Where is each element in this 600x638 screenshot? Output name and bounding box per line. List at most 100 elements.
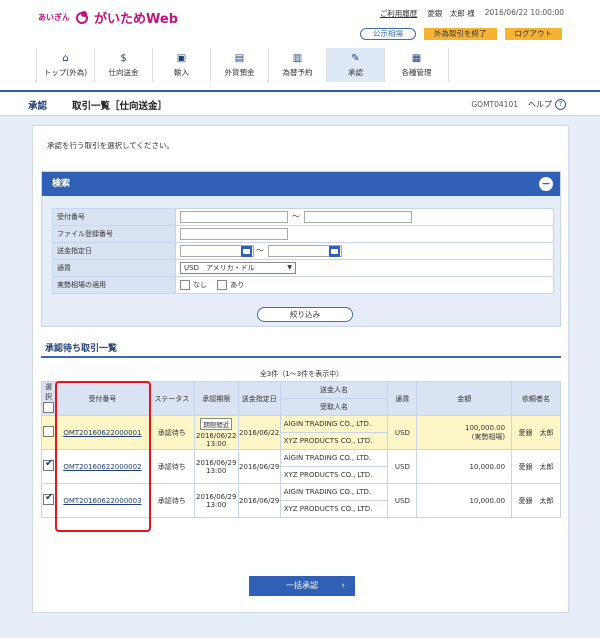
currency-select[interactable]: USD アメリカ・ドル ▼ — [180, 262, 296, 274]
header-buttons: 公示相場 外為取引を終了 ログアウト — [360, 28, 562, 40]
amount-value: 10,000.00 — [416, 483, 513, 518]
search-header[interactable]: 検索 − — [42, 172, 560, 196]
utility-bar: ご利用履歴 愛銀 太郎 様 2016/06/22 10:00:00 — [380, 8, 564, 19]
deadline-badge: 期限間近 — [200, 417, 233, 430]
logo-mark-icon — [76, 10, 88, 24]
row-checkbox[interactable] — [42, 492, 54, 505]
beneficiary-cell: XYZ PRODUCTS CO., LTD. — [279, 466, 389, 484]
status-cell: 承認待ち — [148, 483, 195, 518]
main-panel: 承認を行う取引を選択してください。 検索 − 受付番号 〜 ファイル登録番号 送… — [32, 125, 569, 613]
requester-cell: 愛銀 太郎 — [511, 483, 561, 518]
logout-button[interactable]: ログアウト — [504, 28, 562, 40]
currency-cell: USD — [387, 483, 418, 518]
calendar-icon[interactable] — [241, 245, 252, 257]
help-label: ヘルプ — [528, 100, 552, 109]
select-header-text: 選択 — [44, 383, 52, 401]
status-header: ステータス — [148, 381, 195, 416]
amount-value: 10,000.00 — [416, 449, 513, 484]
nav-label: 承認 — [348, 67, 363, 77]
filter-button[interactable]: 絞り込み — [257, 307, 353, 322]
login-datetime: 2016/06/22 10:00:00 — [484, 8, 564, 17]
nav-label: 外貨預金 — [224, 67, 255, 77]
screen-code: GOMT04101 — [471, 100, 518, 109]
nav-label: トップ(外為) — [43, 67, 88, 77]
currency-cell: USD — [387, 449, 418, 484]
amount-value: 100,000.00 — [465, 423, 506, 432]
select-header: 選択 — [41, 381, 56, 416]
nav-import[interactable]: ▣ 輸入 — [153, 48, 211, 82]
deadline-date: 2016/06/22 — [196, 431, 237, 440]
nav-top[interactable]: ⌂ トップ(外為) — [37, 48, 95, 82]
bulk-approve-button[interactable]: 一括承認 › — [249, 576, 355, 596]
currency-cell: USD — [387, 415, 418, 450]
deadline-date: 2016/06/29 — [196, 458, 237, 467]
deadline-time: 13:00 — [206, 439, 227, 448]
calendar-icon[interactable] — [329, 245, 340, 257]
list-title-underline — [41, 356, 561, 358]
status-cell: 承認待ち — [148, 415, 195, 450]
fx-rate-label: 実勢相場の適用 — [52, 276, 176, 294]
global-nav: ⌂ トップ(外為) $ 仕向送金 ▣ 輸入 ▤ 外貨預金 ▥ 為替予約 ✎ 承認 ▦ 各種管理 — [36, 48, 564, 82]
deadline-date: 2016/06/29 — [196, 492, 237, 501]
end-fx-button[interactable]: 外為取引を終了 — [424, 28, 497, 40]
search-box: 検索 − 受付番号 〜 ファイル登録番号 送金指定日 〜 通貨 USD アメリカ… — [41, 171, 561, 327]
logo[interactable]: あいぎん がいためWeb — [38, 8, 178, 27]
receipt-no-to-input[interactable] — [304, 211, 412, 223]
file-no-input[interactable] — [180, 228, 288, 240]
beneficiary-cell: XYZ PRODUCTS CO., LTD. — [279, 432, 389, 450]
page-category: 承認 — [28, 101, 48, 112]
beneficiary-header: 受取人名 — [279, 398, 389, 416]
help-link[interactable]: ヘルプ ? — [528, 99, 566, 110]
nav-approval[interactable]: ✎ 承認 — [327, 48, 385, 82]
deposit-icon: ▤ — [234, 52, 245, 64]
row-checkbox[interactable] — [42, 426, 54, 437]
page-title: 取引一覧［仕向送金］ — [72, 101, 168, 112]
fx-none-label: なし — [193, 281, 207, 289]
deadline-header: 承認期限 — [193, 381, 239, 416]
requester-header: 依頼者名 — [511, 381, 561, 416]
help-icon: ? — [555, 99, 566, 110]
nav-management[interactable]: ▦ 各種管理 — [385, 48, 449, 82]
instruction-text: 承認を行う取引を選択してください。 — [47, 141, 175, 150]
fx-yes-checkbox[interactable] — [217, 280, 228, 290]
select-all-checkbox[interactable] — [42, 402, 54, 413]
bulk-approve-label: 一括承認 — [286, 581, 318, 590]
nav-fx-deposit[interactable]: ▤ 外貨預金 — [211, 48, 269, 82]
management-icon: ▦ — [411, 52, 422, 64]
currency-label: 通貨 — [52, 259, 176, 277]
approval-icon: ✎ — [351, 52, 360, 64]
remittance-icon: $ — [120, 52, 127, 64]
header: あいぎん がいためWeb ご利用履歴 愛銀 太郎 様 2016/06/22 10… — [0, 0, 600, 90]
nav-fx-contract[interactable]: ▥ 為替予約 — [269, 48, 327, 82]
nav-outward-remittance[interactable]: $ 仕向送金 — [95, 48, 153, 82]
receipt-no-label: 受付番号 — [52, 208, 176, 226]
date-cell: 2016/06/29 — [237, 449, 281, 484]
requester-cell: 愛銀 太郎 — [511, 449, 561, 484]
result-count: 全3件（1〜3件を表示中） — [259, 370, 344, 378]
collapse-icon[interactable]: − — [539, 177, 553, 191]
nav-label: 各種管理 — [401, 67, 432, 77]
remitter-cell: AIGIN TRADING CO., LTD. — [279, 415, 389, 433]
requester-cell: 愛銀 太郎 — [511, 415, 561, 450]
date-header: 送金指定日 — [237, 381, 281, 416]
receipt-no-from-input[interactable] — [180, 211, 288, 223]
file-no-label: ファイル登録番号 — [52, 225, 176, 243]
row-checkbox[interactable] — [42, 458, 54, 471]
date-label: 送金指定日 — [52, 242, 176, 260]
remitter-cell: AIGIN TRADING CO., LTD. — [279, 483, 389, 501]
contract-icon: ▥ — [292, 52, 303, 64]
status-cell: 承認待ち — [148, 449, 195, 484]
title-bar: 承認 取引一覧［仕向送金］ GOMT04101 ヘルプ ? — [0, 90, 600, 116]
fx-yes-label: あり — [230, 281, 245, 289]
range-tilde: 〜 — [256, 246, 264, 255]
fx-none-checkbox[interactable] — [180, 280, 190, 290]
list-title: 承認待ち取引一覧 — [45, 344, 118, 354]
history-link[interactable]: ご利用履歴 — [380, 8, 418, 19]
nav-label: 為替予約 — [282, 67, 313, 77]
remitter-cell: AIGIN TRADING CO., LTD. — [279, 449, 389, 467]
import-icon: ▣ — [176, 52, 187, 64]
user-name: 愛銀 太郎 様 — [427, 9, 475, 18]
rates-button[interactable]: 公示相場 — [360, 28, 416, 40]
chevron-right-icon: › — [341, 581, 345, 591]
home-icon: ⌂ — [62, 52, 69, 64]
